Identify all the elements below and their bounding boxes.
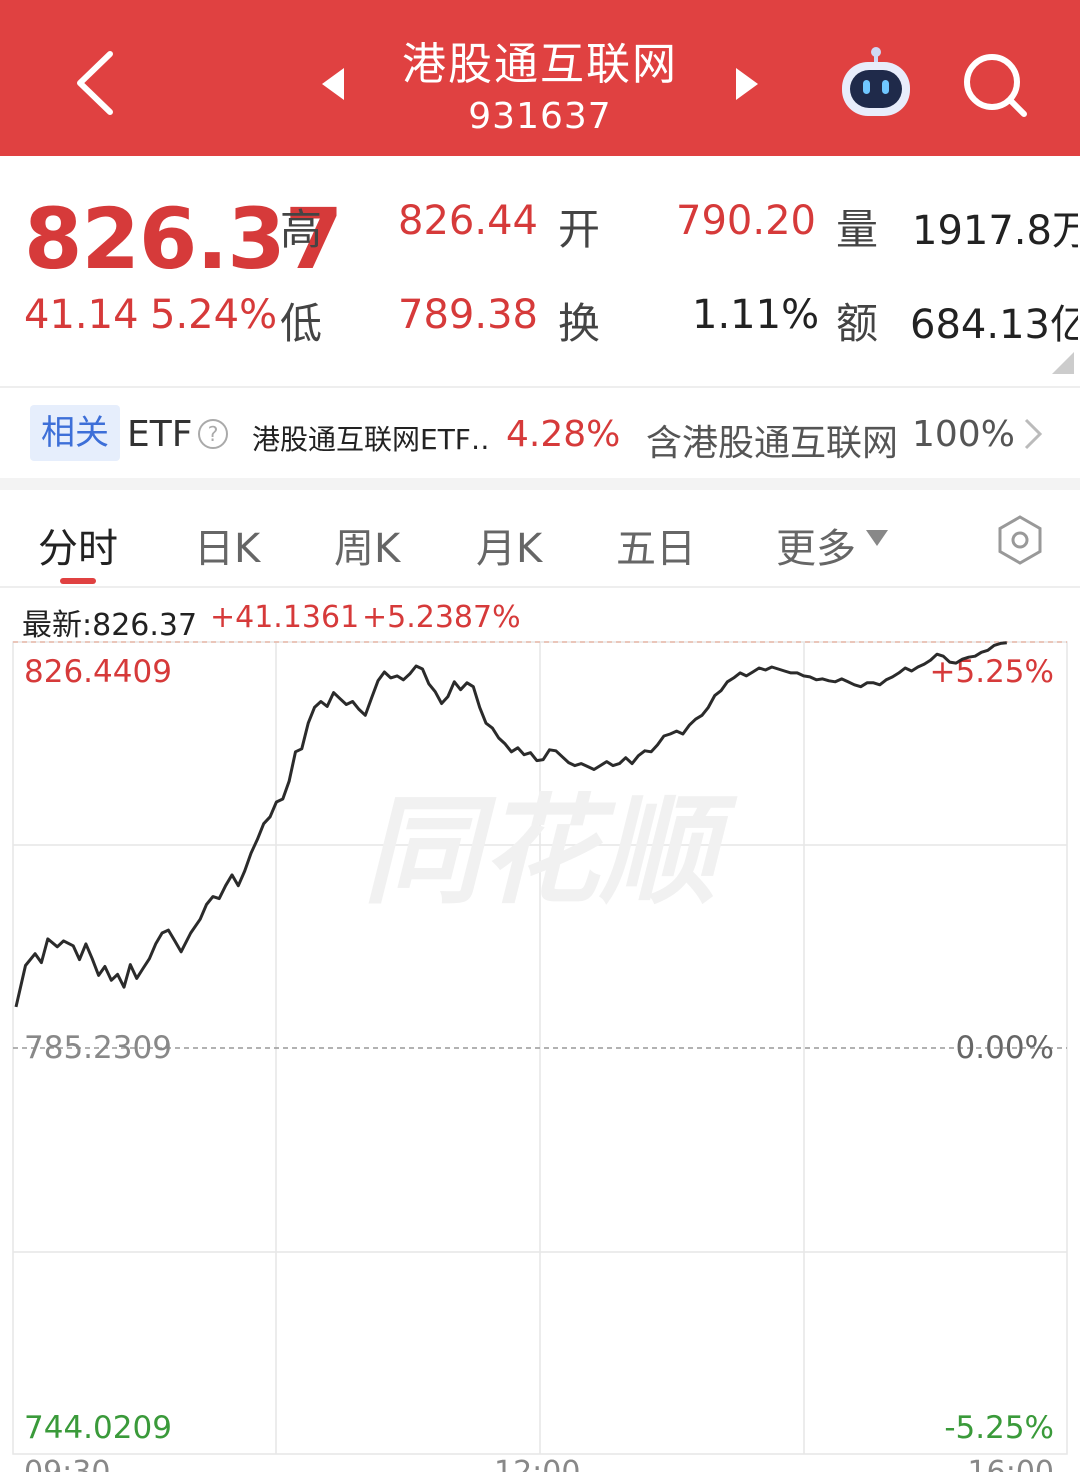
section-gap [0,478,1080,490]
svg-text:?: ? [208,422,219,446]
tab-five-day[interactable]: 五日 [616,516,696,574]
x-tick-mid: 12:00 [494,1455,580,1472]
settings-hexagon-icon[interactable] [994,514,1046,566]
etf-label: ETF [127,414,193,455]
watermark-logo: 同花顺 [363,782,738,920]
y-pct-bottom: -5.25% [944,1410,1054,1446]
active-tab-indicator [60,578,96,584]
amount-label: 额 [836,299,879,348]
price-change: 41.14 [24,292,139,338]
divider [0,586,1080,588]
open-label: 开 [558,205,601,254]
turnover-label: 换 [558,299,601,348]
y-pct-mid: 0.00% [956,1030,1054,1066]
high-label: 高 [280,205,323,254]
y-label-bottom: 744.0209 [24,1410,172,1446]
caret-down-icon[interactable] [864,528,890,548]
y-label-top: 826.4409 [24,654,172,690]
x-tick-start: 09:30 [24,1455,110,1472]
open-value: 790.20 [676,198,816,244]
intraday-chart[interactable]: 同花顺 826.4409 785.2309 744.0209 +5.25% 0.… [0,630,1080,1472]
high-value: 826.44 [398,198,538,244]
etf-share-value: 100% [912,414,1015,455]
etf-change-pct: 4.28% [506,414,621,455]
tab-monthly-k[interactable]: 月K [476,516,542,574]
expand-corner-icon[interactable] [1052,352,1074,374]
divider [0,386,1080,388]
price-change-pct: 5.24% [150,292,278,338]
index-title: 港股通互联网 [402,39,678,90]
etf-contains-label: 含港股通互联网 [646,423,899,464]
robot-assistant-icon[interactable] [836,44,916,120]
low-value: 789.38 [398,292,538,338]
tab-daily-k[interactable]: 日K [194,516,260,574]
tab-intraday[interactable]: 分时 [38,516,118,574]
amount-value: 684.13亿 [910,302,1078,348]
volume-value: 1917.8万 [912,208,1078,254]
search-icon[interactable] [960,50,1030,120]
index-code: 931637 [468,96,612,137]
tab-more[interactable]: 更多 [776,516,856,574]
help-question-icon[interactable]: ? [197,418,229,450]
back-arrow-icon[interactable] [66,48,126,118]
etf-name-link[interactable]: 港股通互联网ETF… [252,418,492,458]
tab-weekly-k[interactable]: 周K [334,516,400,574]
x-tick-end: 16:00 [968,1455,1054,1472]
volume-label: 量 [836,205,879,254]
low-label: 低 [280,299,323,348]
y-label-mid: 785.2309 [24,1030,172,1066]
related-tag: 相关 [30,405,120,461]
app-header: 港股通互联网 931637 [0,0,1080,156]
turnover-value: 1.11% [692,292,820,338]
next-index-icon[interactable] [732,64,762,104]
chevron-right-icon[interactable] [1020,416,1046,452]
